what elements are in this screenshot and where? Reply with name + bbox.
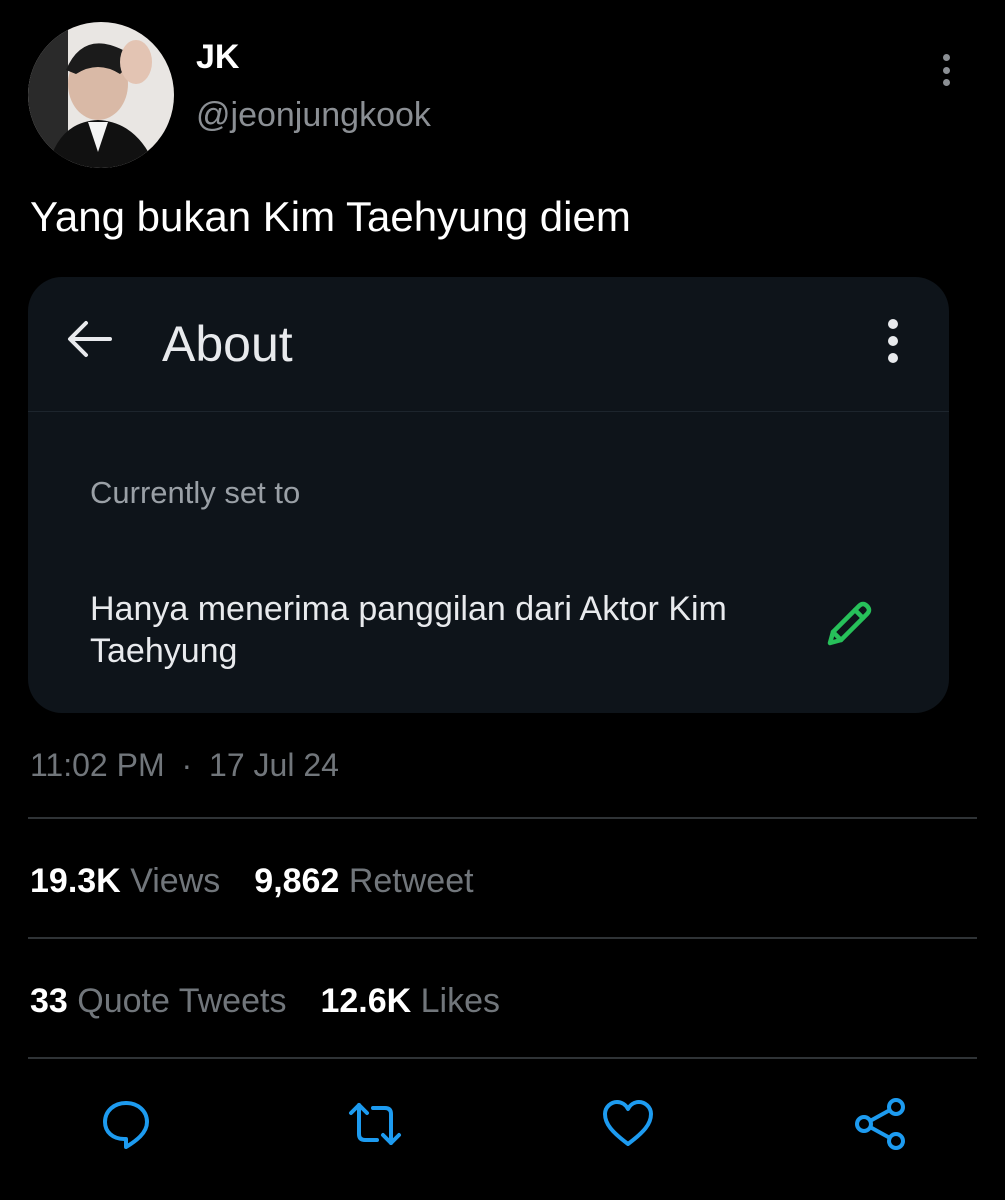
more-options-button[interactable] <box>930 50 962 90</box>
avatar-photo <box>28 22 174 168</box>
tweet-date: 17 Jul 24 <box>209 747 339 783</box>
views-label: Views <box>130 862 221 900</box>
like-button[interactable] <box>598 1092 658 1156</box>
back-arrow-icon <box>68 321 112 357</box>
share-button[interactable] <box>850 1092 910 1156</box>
menu-dot <box>888 336 898 346</box>
quotes-stat[interactable]: 33 Quote Tweets <box>30 982 320 1020</box>
pencil-icon <box>827 601 872 646</box>
views-stat[interactable]: 19.3K Views <box>30 862 254 900</box>
retweets-label: Retweet <box>348 862 474 900</box>
tweet-text: Yang bukan Kim Taehyung diem <box>30 193 631 240</box>
author-name[interactable]: JK <box>196 38 239 77</box>
retweets-stat[interactable]: 9,862 Retweet <box>254 862 507 900</box>
retweets-count: 9,862 <box>254 862 340 900</box>
more-options-icon <box>942 54 950 61</box>
more-options-dot <box>942 66 950 74</box>
likes-label: Likes <box>420 982 501 1020</box>
stats-row-views-retweets: 19.3K Views 9,862 Retweet <box>30 862 508 901</box>
tweet-actions-bar <box>0 1092 1005 1162</box>
tweet-detail-page: JK @jeonjungkook Yang bukan Kim Taehyung… <box>0 0 1005 1200</box>
retweet-icon <box>349 1103 401 1145</box>
timestamp-separator: · <box>181 747 193 783</box>
likes-count: 12.6K <box>320 982 412 1020</box>
quotes-label: Quote Tweets <box>77 982 287 1020</box>
tweet-timestamp[interactable]: 11:02 PM · 17 Jul 24 <box>30 747 339 784</box>
author-handle[interactable]: @jeonjungkook <box>196 96 431 135</box>
menu-dot <box>888 353 898 363</box>
screenshot-divider <box>28 411 949 412</box>
reply-button[interactable] <box>96 1092 156 1156</box>
avatar[interactable] <box>28 22 174 168</box>
views-count: 19.3K <box>30 862 121 900</box>
tweet-media-screenshot[interactable]: About Currently set to Hanya menerima pa… <box>28 277 949 713</box>
menu-dot <box>888 319 898 329</box>
tweet-time: 11:02 PM <box>30 747 165 783</box>
quotes-count: 33 <box>30 982 68 1020</box>
screenshot-status-text: Hanya menerima panggilan dari Aktor Kim … <box>90 590 727 670</box>
divider <box>28 1057 977 1059</box>
retweet-button[interactable] <box>345 1092 405 1156</box>
stats-row-quotes-likes: 33 Quote Tweets 12.6K Likes <box>30 982 534 1021</box>
more-vertical-icon <box>883 319 903 363</box>
reply-icon <box>103 1101 149 1149</box>
screenshot-title: About <box>162 316 293 372</box>
more-options-dot <box>942 79 950 86</box>
share-icon <box>855 1098 905 1150</box>
like-icon <box>603 1100 653 1146</box>
divider <box>28 817 977 819</box>
likes-stat[interactable]: 12.6K Likes <box>320 982 534 1020</box>
screenshot-label: Currently set to <box>90 475 301 510</box>
divider <box>28 937 977 939</box>
